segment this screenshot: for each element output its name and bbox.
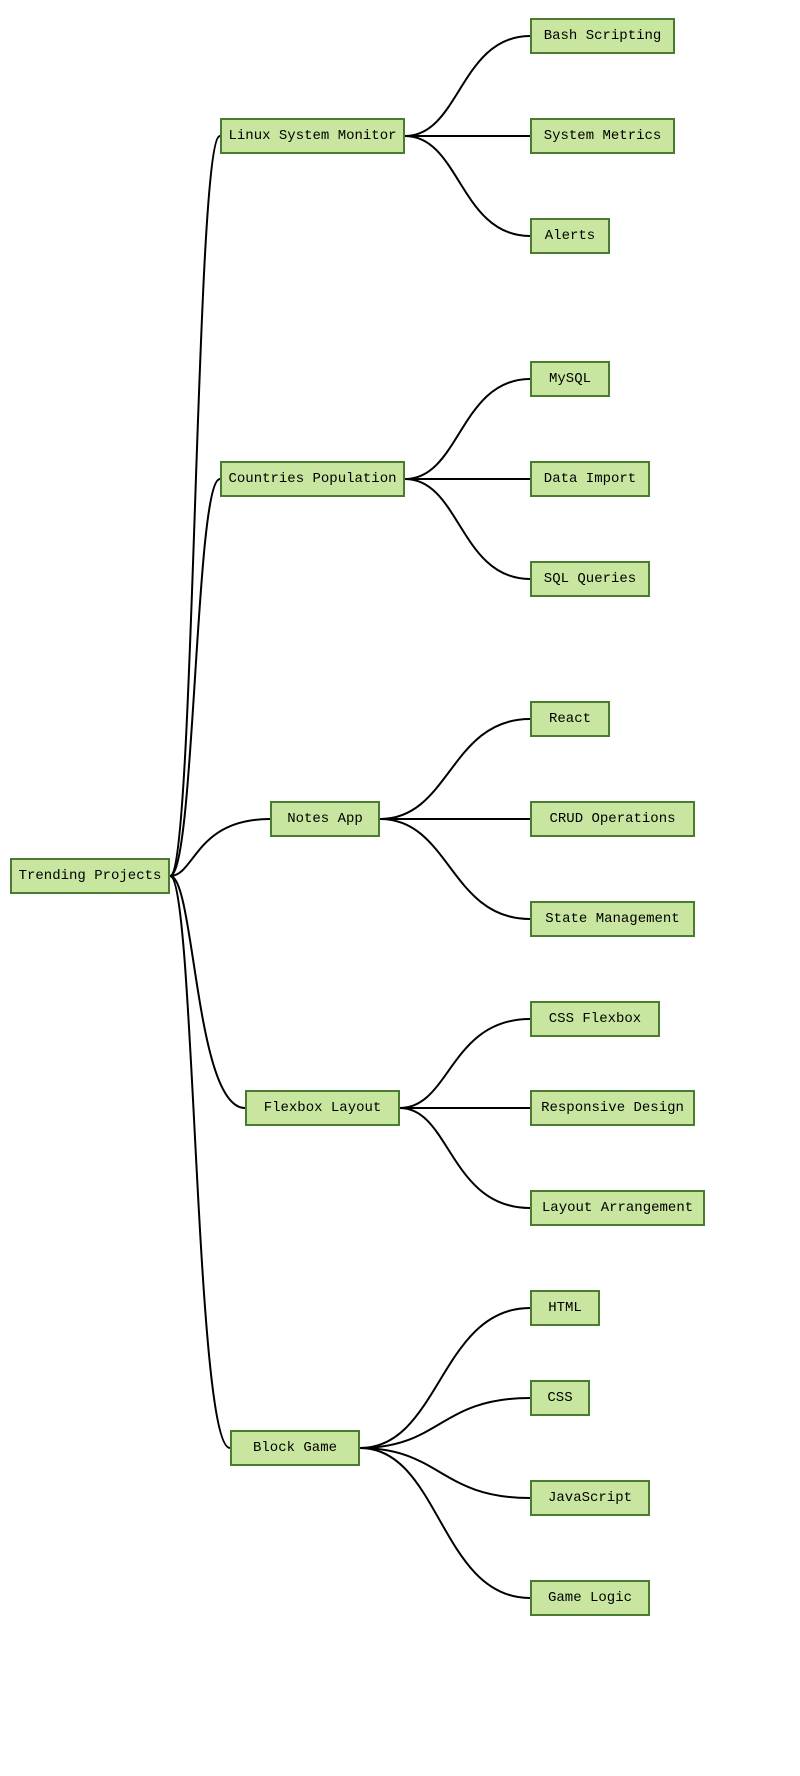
node-countries: Countries Population <box>220 461 405 497</box>
node-html: HTML <box>530 1290 600 1326</box>
node-react: React <box>530 701 610 737</box>
node-linux: Linux System Monitor <box>220 118 405 154</box>
node-flexbox: Flexbox Layout <box>245 1090 400 1126</box>
node-javascript: JavaScript <box>530 1480 650 1516</box>
node-css: CSS <box>530 1380 590 1416</box>
node-alerts: Alerts <box>530 218 610 254</box>
node-dataimport: Data Import <box>530 461 650 497</box>
node-trending: Trending Projects <box>10 858 170 894</box>
node-statemgmt: State Management <box>530 901 695 937</box>
node-cssflexbox: CSS Flexbox <box>530 1001 660 1037</box>
node-sysmetrics: System Metrics <box>530 118 675 154</box>
node-gamelogic: Game Logic <box>530 1580 650 1616</box>
node-crud: CRUD Operations <box>530 801 695 837</box>
diagram-container: Trending Projects Linux System Monitor C… <box>0 0 800 1776</box>
node-layout: Layout Arrangement <box>530 1190 705 1226</box>
node-responsive: Responsive Design <box>530 1090 695 1126</box>
node-mysql: MySQL <box>530 361 610 397</box>
node-blockgame: Block Game <box>230 1430 360 1466</box>
node-bash: Bash Scripting <box>530 18 675 54</box>
node-sqlqueries: SQL Queries <box>530 561 650 597</box>
node-notes: Notes App <box>270 801 380 837</box>
